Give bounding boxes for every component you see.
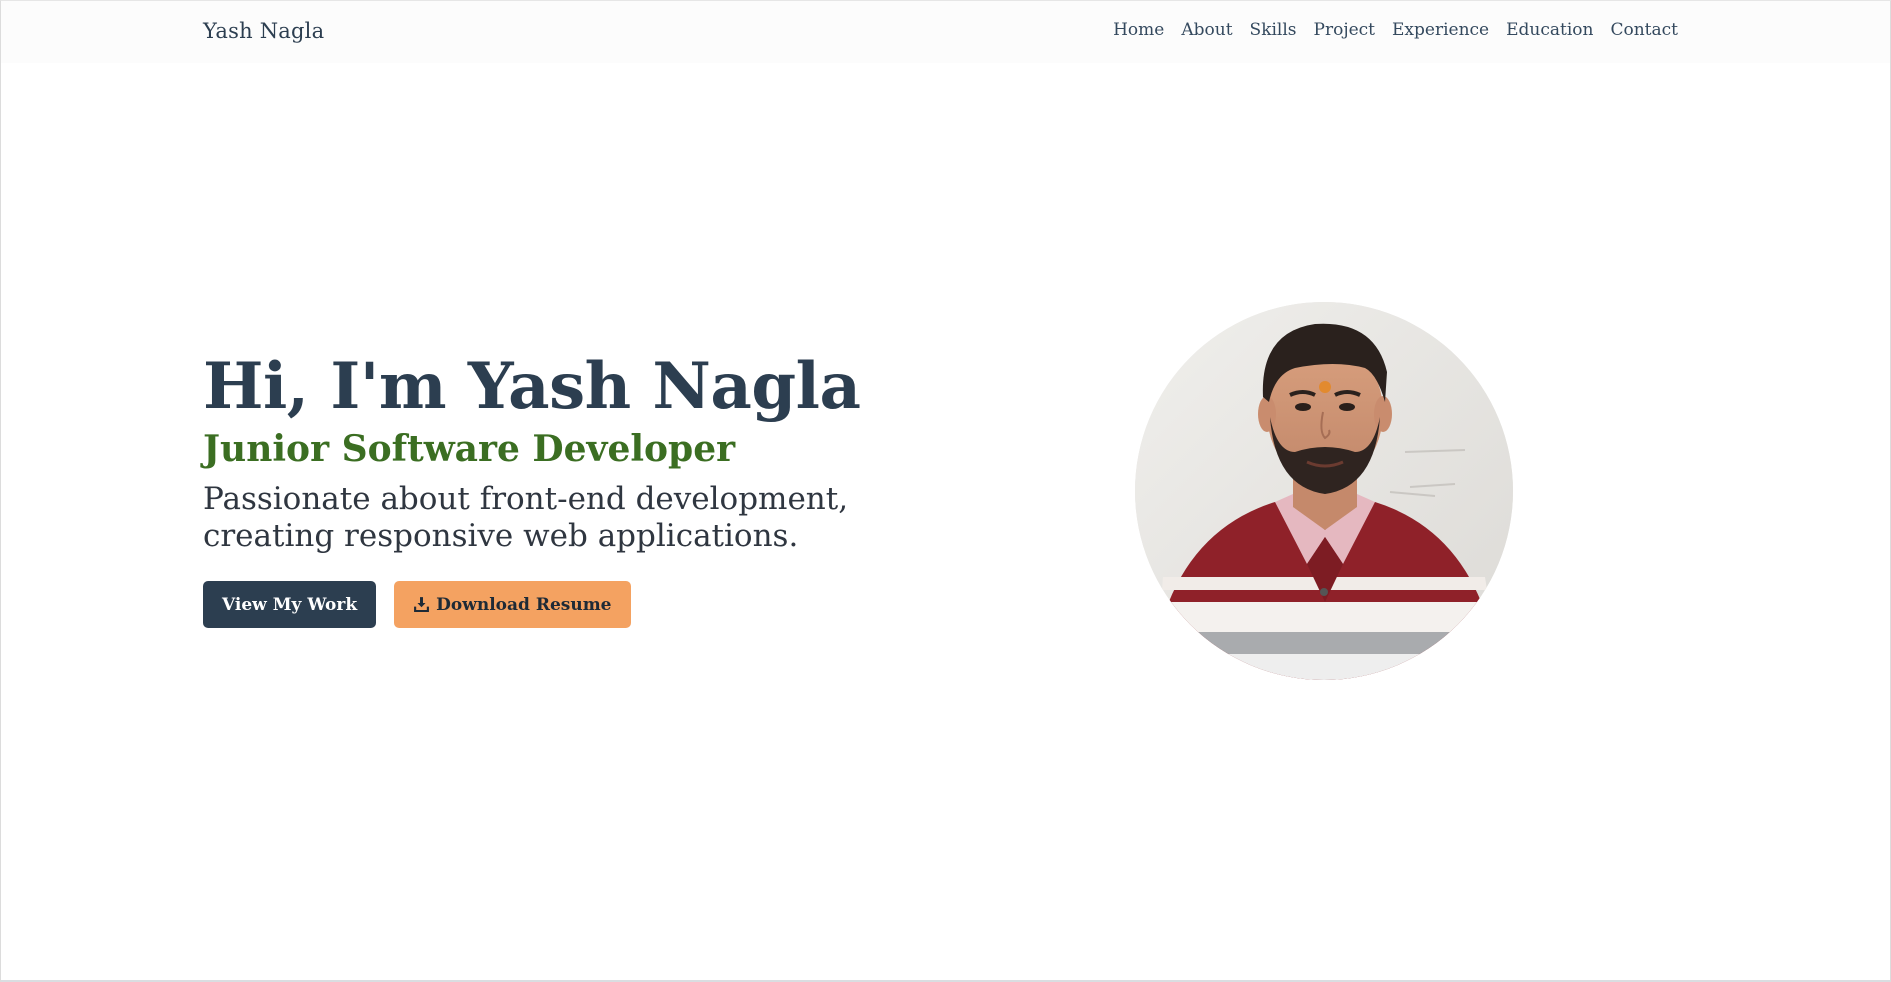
navbar: Yash Nagla Home About Skills Project Exp… <box>1 1 1890 63</box>
nav-link-project[interactable]: Project <box>1314 20 1375 40</box>
nav-item-education: Education <box>1506 20 1593 40</box>
profile-photo <box>1135 302 1513 680</box>
nav-link-education[interactable]: Education <box>1506 20 1593 40</box>
hero-section: Hi, I'm Yash Nagla Junior Software Devel… <box>203 351 963 628</box>
hero-buttons: View My Work Download Resume <box>203 581 963 628</box>
nav-item-experience: Experience <box>1392 20 1489 40</box>
nav-links: Home About Skills Project Experience Edu… <box>1113 20 1678 40</box>
download-resume-button[interactable]: Download Resume <box>394 581 631 628</box>
view-my-work-button[interactable]: View My Work <box>203 581 377 628</box>
page: Yash Nagla Home About Skills Project Exp… <box>0 0 1891 982</box>
nav-item-skills: Skills <box>1250 20 1297 40</box>
hero-title: Hi, I'm Yash Nagla <box>203 349 861 424</box>
brand-link[interactable]: Yash Nagla <box>203 19 324 43</box>
view-my-work-label: View My Work <box>222 594 358 615</box>
nav-link-skills[interactable]: Skills <box>1250 20 1297 40</box>
nav-link-home[interactable]: Home <box>1113 20 1164 40</box>
nav-item-home: Home <box>1113 20 1164 40</box>
nav-item-project: Project <box>1314 20 1375 40</box>
download-icon <box>413 596 430 613</box>
nav-item-contact: Contact <box>1610 20 1678 40</box>
nav-item-about: About <box>1181 20 1232 40</box>
hero-subtitle: Junior Software Developer <box>203 428 736 470</box>
nav-link-about[interactable]: About <box>1181 20 1232 40</box>
download-resume-label: Download Resume <box>436 594 612 615</box>
hero-description: Passionate about front-end development, … <box>203 481 849 554</box>
nav-link-contact[interactable]: Contact <box>1610 20 1678 40</box>
nav-link-experience[interactable]: Experience <box>1392 20 1489 40</box>
